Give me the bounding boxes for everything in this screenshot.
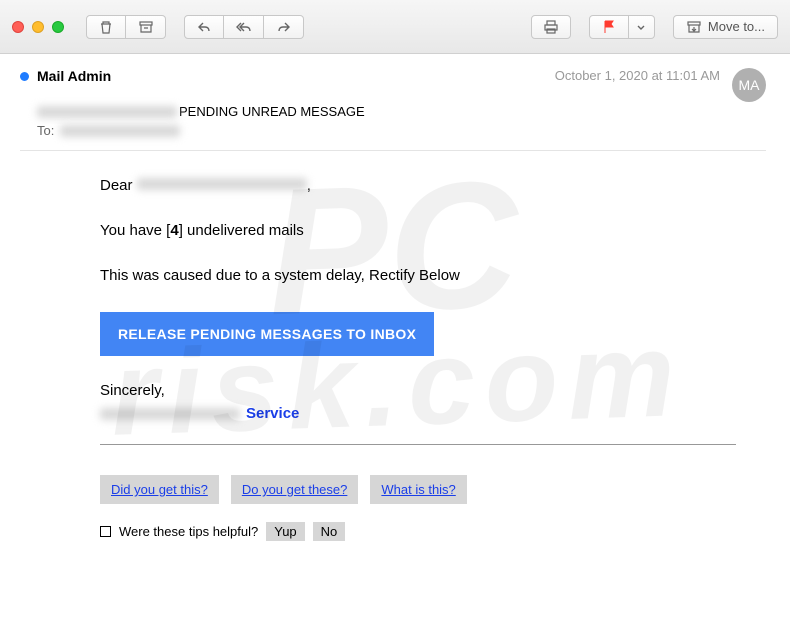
window-toolbar: Move to... [0, 0, 790, 54]
flag-button[interactable] [589, 15, 629, 39]
print-group [531, 15, 571, 39]
move-to-label: Move to... [708, 19, 765, 34]
cause-line: This was caused due to a system delay, R… [100, 267, 736, 284]
reply-group [184, 15, 304, 39]
to-label: To: [37, 123, 54, 138]
archive-icon [138, 19, 154, 35]
from-name: Mail Admin [37, 68, 111, 84]
redacted-recipient [60, 125, 180, 137]
close-window-button[interactable] [12, 21, 24, 33]
delete-archive-group [86, 15, 166, 39]
signature-line: Service [100, 405, 736, 422]
signoff: Sincerely, [100, 382, 736, 399]
forward-icon [276, 19, 292, 35]
print-button[interactable] [531, 15, 571, 39]
greeting-line: Dear , [100, 177, 736, 194]
to-line: To: [37, 123, 766, 138]
minimize-window-button[interactable] [32, 21, 44, 33]
header-divider [20, 150, 766, 151]
reply-all-button[interactable] [224, 15, 264, 39]
message-pane: Mail Admin October 1, 2020 at 11:01 AM M… [0, 54, 790, 555]
quickreply-2[interactable]: Do you get these? [231, 475, 359, 504]
tips-no-button[interactable]: No [313, 522, 346, 541]
undelivered-line: You have [4] undelivered mails [100, 222, 736, 239]
reply-all-icon [236, 19, 252, 35]
trash-button[interactable] [86, 15, 126, 39]
archive-button[interactable] [126, 15, 166, 39]
quickreply-1[interactable]: Did you get this? [100, 475, 219, 504]
quick-reply-row: Did you get this? Do you get these? What… [100, 475, 766, 504]
window-controls [12, 21, 64, 33]
flag-group [589, 15, 655, 39]
redacted-sender-email [37, 106, 177, 118]
forward-button[interactable] [264, 15, 304, 39]
unread-dot [20, 72, 29, 81]
message-date: October 1, 2020 at 11:01 AM [555, 68, 720, 83]
subject-text: PENDING UNREAD MESSAGE [179, 104, 365, 119]
move-icon [686, 19, 702, 35]
body-divider [100, 444, 736, 445]
zoom-window-button[interactable] [52, 21, 64, 33]
printer-icon [543, 19, 559, 35]
move-to-button[interactable]: Move to... [673, 15, 778, 39]
trash-icon [98, 19, 114, 35]
message-body: Dear , You have [4] undelivered mails Th… [100, 177, 736, 445]
tips-checkbox[interactable] [100, 526, 111, 537]
reply-icon [196, 19, 212, 35]
tips-feedback-row: Were these tips helpful? Yup No [100, 522, 766, 541]
tips-yes-button[interactable]: Yup [266, 522, 304, 541]
redacted-domain [100, 408, 240, 420]
service-label: Service [246, 405, 299, 422]
subject-line: PENDING UNREAD MESSAGE [37, 104, 766, 119]
tips-prompt: Were these tips helpful? [119, 524, 258, 539]
release-messages-button[interactable]: RELEASE PENDING MESSAGES TO INBOX [100, 312, 434, 356]
reply-button[interactable] [184, 15, 224, 39]
flag-icon [601, 19, 617, 35]
quickreply-3[interactable]: What is this? [370, 475, 466, 504]
message-header: Mail Admin October 1, 2020 at 11:01 AM M… [20, 68, 766, 102]
flag-menu-button[interactable] [629, 15, 655, 39]
avatar: MA [732, 68, 766, 102]
redacted-name [137, 178, 307, 190]
chevron-down-icon [635, 21, 647, 33]
